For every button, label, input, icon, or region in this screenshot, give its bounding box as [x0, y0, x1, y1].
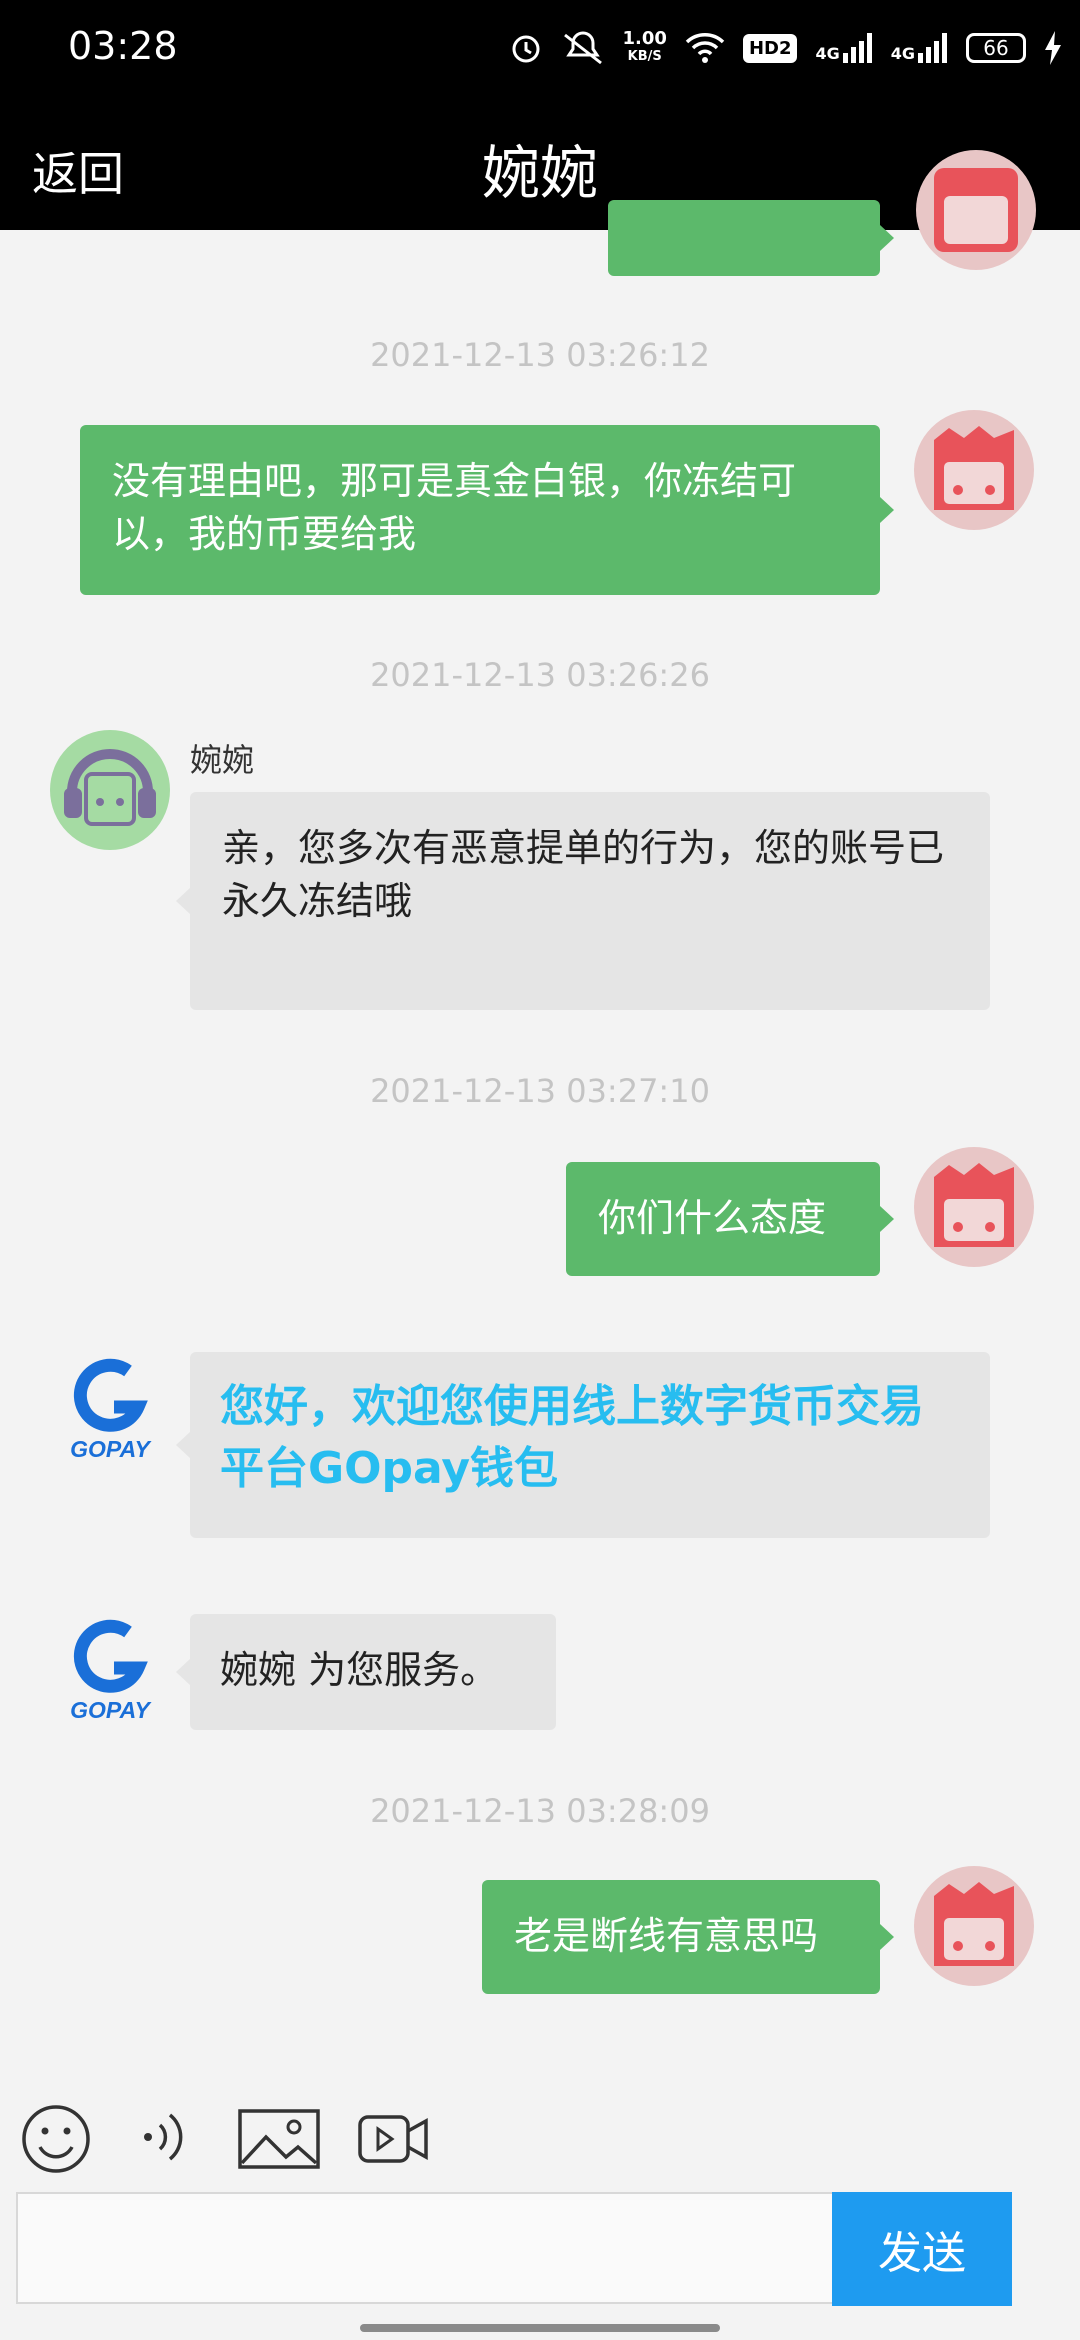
signal-bars-icon	[842, 33, 872, 63]
message-input[interactable]	[16, 2192, 834, 2304]
status-time: 03:28	[68, 24, 178, 68]
gopay-logo-text: GOPAY	[70, 1436, 152, 1462]
user-avatar-icon	[934, 1163, 1014, 1247]
charging-icon	[1044, 31, 1062, 65]
emoji-button[interactable]	[20, 2103, 92, 2179]
user-avatar-icon	[934, 426, 1014, 510]
gopay-logo-icon: GOPAY	[70, 1619, 152, 1723]
gopay-logo-text: GOPAY	[70, 1697, 152, 1723]
message-text: 婉婉 为您服务。	[220, 1648, 499, 1692]
gopay-avatar[interactable]: GOPAY	[50, 1606, 170, 1726]
hd-badge: HD2	[742, 33, 798, 63]
message-text: 你们什么态度	[598, 1196, 827, 1240]
agent-avatar-icon	[64, 749, 156, 826]
gopay-logo-icon: GOPAY	[70, 1358, 152, 1462]
agent-name: 婉婉	[190, 741, 255, 779]
user-avatar-partial	[916, 150, 1036, 270]
image-button[interactable]	[238, 2109, 320, 2173]
home-indicator[interactable]	[360, 2324, 720, 2332]
wifi-icon	[685, 32, 725, 64]
timestamp: 2021-12-13 03:27:10	[370, 1072, 710, 1110]
agent-message-bubble: 亲，您多次有恶意提单的行为，您的账号已永久冻结哦	[176, 792, 990, 1010]
message-text: 亲，您多次有恶意提单的行为，您的账号已永久冻结哦	[222, 826, 945, 923]
user-avatar[interactable]	[914, 1866, 1034, 1986]
emoji-icon	[22, 2105, 90, 2173]
bot-message-bubble: 您好，欢迎您使用线上数字货币交易平台GOpay钱包	[176, 1352, 990, 1538]
timestamp: 2021-12-13 03:26:26	[370, 656, 710, 694]
signal-bars-icon	[918, 33, 947, 63]
send-button[interactable]: 发送	[832, 2192, 1012, 2306]
user-avatar[interactable]	[914, 1147, 1034, 1267]
message-text: 您好，欢迎您使用线上数字货币交易平台GOpay钱包	[220, 1381, 924, 1494]
image-icon	[238, 2109, 320, 2169]
voice-button[interactable]	[138, 2105, 198, 2173]
user-message-bubble: 你们什么态度	[566, 1162, 894, 1276]
input-toolbar	[0, 2085, 1080, 2195]
bot-message-bubble: 婉婉 为您服务。	[176, 1614, 556, 1730]
user-avatar-icon	[934, 1882, 1014, 1966]
user-message-bubble: 老是断线有意思吗	[482, 1880, 894, 1994]
net-speed-unit: KB/S	[627, 49, 662, 64]
video-icon	[358, 2115, 428, 2163]
message-input-row: 发送	[16, 2192, 1016, 2308]
message-text: 老是断线有意思吗	[514, 1914, 819, 1958]
voice-icon	[144, 2113, 183, 2161]
message-bubble-previous-partial	[608, 200, 894, 276]
agent-avatar[interactable]	[50, 730, 170, 850]
timestamp: 2021-12-13 03:28:09	[370, 1792, 710, 1830]
net-speed-value: 1.00	[622, 28, 667, 49]
status-bar: 03:28 1.00 KB/S HD2 4G 4G 66	[0, 0, 1080, 95]
mute-icon	[561, 31, 605, 65]
battery-indicator: 66	[966, 33, 1026, 63]
user-message-bubble: 没有理由吧，那可是真金白银，你冻结可以，我的币要给我	[80, 425, 894, 595]
net-speed: 1.00 KB/S	[623, 30, 667, 66]
timestamp: 2021-12-13 03:26:12	[370, 336, 710, 374]
signal-sim2: 4G	[891, 33, 948, 63]
status-icons: 1.00 KB/S HD2 4G 4G 66	[509, 26, 1062, 70]
message-text: 没有理由吧，那可是真金白银，你冻结可以，我的币要给我	[112, 459, 797, 556]
sim2-label: 4G	[890, 44, 915, 63]
user-avatar-icon	[934, 168, 1018, 252]
video-button[interactable]	[358, 2113, 428, 2169]
gopay-avatar[interactable]: GOPAY	[50, 1345, 170, 1465]
user-avatar[interactable]	[914, 410, 1034, 530]
signal-sim1: 4G	[815, 33, 872, 63]
sim1-label: 4G	[815, 44, 840, 63]
alarm-icon	[509, 31, 543, 65]
